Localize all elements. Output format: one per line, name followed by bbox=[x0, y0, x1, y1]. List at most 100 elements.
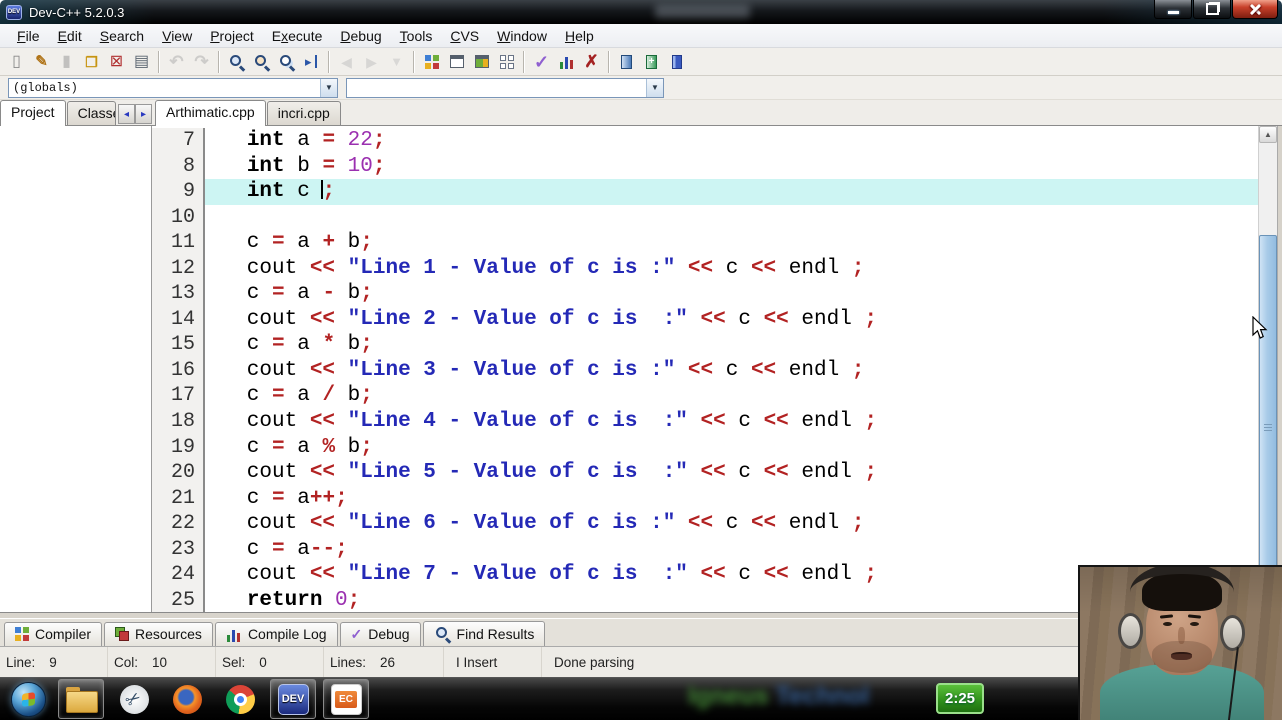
menu-debug[interactable]: Debug bbox=[331, 26, 390, 46]
snipping-tool-icon bbox=[119, 684, 149, 714]
code-line-8[interactable]: 8 int b = 10; bbox=[152, 153, 1258, 180]
rebuild-all-button[interactable] bbox=[639, 50, 664, 74]
line-number: 14 bbox=[152, 306, 205, 333]
goto-line-button[interactable] bbox=[299, 50, 324, 74]
code-line-9[interactable]: 9 int c ; bbox=[152, 179, 1258, 205]
restore-button[interactable] bbox=[1193, 0, 1231, 19]
main-area: 7 int a = 22; 8 int b = 10; 9 int c ; 10 11 … bbox=[0, 126, 1282, 612]
menu-search[interactable]: Search bbox=[91, 26, 153, 46]
save-all-button[interactable] bbox=[79, 50, 104, 74]
report-tab-compile-log[interactable]: Compile Log bbox=[214, 622, 338, 646]
report-tab-resources[interactable]: Resources bbox=[104, 622, 213, 646]
open-file-button[interactable] bbox=[29, 50, 54, 74]
close-file-button[interactable] bbox=[104, 50, 129, 74]
presentation-app[interactable]: EC bbox=[323, 679, 369, 719]
tab-classes[interactable]: Classes bbox=[66, 101, 116, 125]
project-options-button[interactable] bbox=[469, 50, 494, 74]
start-button-icon bbox=[10, 681, 46, 717]
line-number: 23 bbox=[152, 536, 205, 563]
code-line-7[interactable]: 7 int a = 22; bbox=[152, 128, 1258, 154]
menu-file[interactable]: File bbox=[8, 26, 49, 46]
vertical-scrollbar[interactable]: ▲ bbox=[1258, 126, 1277, 612]
menu-view[interactable]: View bbox=[153, 26, 201, 46]
code-line-13[interactable]: 13 c = a - b; bbox=[152, 281, 1258, 307]
window-grid-button[interactable] bbox=[494, 50, 519, 74]
save-file-button bbox=[54, 50, 79, 74]
minimize-button[interactable] bbox=[1154, 0, 1192, 19]
line-content: int b = 10; bbox=[246, 154, 386, 178]
tab-scroll-right-icon[interactable]: ▸ bbox=[135, 104, 152, 124]
save-file-icon bbox=[62, 54, 71, 70]
code-line-11[interactable]: 11 c = a + b; bbox=[152, 230, 1258, 256]
menu-cvs[interactable]: CVS bbox=[441, 26, 488, 46]
code-line-22[interactable]: 22 cout << "Line 6 - Value of c is :" <<… bbox=[152, 511, 1258, 537]
print-button[interactable] bbox=[129, 50, 154, 74]
dev-cpp[interactable]: DEV bbox=[270, 679, 316, 719]
chevron-down-icon[interactable]: ▼ bbox=[646, 78, 663, 97]
code-line-10[interactable]: 10 bbox=[152, 204, 1258, 231]
code-line-21[interactable]: 21 c = a++; bbox=[152, 485, 1258, 512]
firefox[interactable] bbox=[164, 679, 210, 719]
debug-window-button[interactable] bbox=[664, 50, 689, 74]
forward-button bbox=[359, 50, 384, 74]
bookmark-icon bbox=[390, 55, 403, 68]
code-line-15[interactable]: 15 c = a * b; bbox=[152, 332, 1258, 358]
recording-timer: 2:25 bbox=[936, 683, 984, 714]
find-button[interactable] bbox=[224, 50, 249, 74]
code-line-18[interactable]: 18 cout << "Line 4 - Value of c is :" <<… bbox=[152, 409, 1258, 435]
code-line-19[interactable]: 19 c = a % b; bbox=[152, 434, 1258, 461]
snipping-tool[interactable] bbox=[111, 679, 157, 719]
line-content: int c ; bbox=[205, 179, 1258, 205]
code-line-20[interactable]: 20 cout << "Line 5 - Value of c is :" <<… bbox=[152, 460, 1258, 486]
menu-help[interactable]: Help bbox=[556, 26, 603, 46]
menu-window[interactable]: Window bbox=[488, 26, 556, 46]
new-project-button[interactable] bbox=[419, 50, 444, 74]
report-tab-label: Debug bbox=[368, 626, 410, 642]
report-tab-compiler[interactable]: Compiler bbox=[4, 622, 103, 646]
menu-project[interactable]: Project bbox=[201, 26, 263, 46]
compile-button[interactable] bbox=[529, 50, 554, 74]
code-line-16[interactable]: 16 cout << "Line 3 - Value of c is :" <<… bbox=[152, 357, 1258, 384]
find-in-files-button[interactable] bbox=[274, 50, 299, 74]
navigator-row: (globals) ▼ ▼ bbox=[0, 76, 1282, 100]
abort-compile-button[interactable] bbox=[579, 50, 604, 74]
toolbar bbox=[0, 48, 1282, 76]
globals-combobox[interactable]: (globals) ▼ bbox=[8, 77, 338, 98]
video-watermark: Igneus Technol bbox=[688, 682, 870, 710]
editor-tab-arthimatic-cpp[interactable]: Arthimatic.cpp bbox=[155, 100, 266, 126]
windows-flag-icon bbox=[21, 691, 35, 707]
line-content: c = a - b; bbox=[209, 282, 373, 306]
chevron-down-icon[interactable]: ▼ bbox=[320, 78, 337, 97]
new-window-button[interactable] bbox=[444, 50, 469, 74]
replace-button[interactable] bbox=[249, 50, 274, 74]
editor-tab-incri-cpp[interactable]: incri.cpp bbox=[266, 101, 341, 125]
code-line-23[interactable]: 23 c = a--; bbox=[152, 536, 1258, 563]
menu-bar: File Edit Search View Project Execute Debug Too… bbox=[0, 24, 1282, 48]
scrollbar-thumb[interactable] bbox=[1259, 235, 1277, 612]
close-button[interactable] bbox=[1232, 0, 1278, 19]
file-explorer[interactable] bbox=[58, 679, 104, 719]
line-content: c = a * b; bbox=[209, 333, 373, 357]
new-file-button[interactable] bbox=[4, 50, 29, 74]
code-line-17[interactable]: 17 c = a / b; bbox=[152, 383, 1258, 410]
toolbar-separator bbox=[218, 50, 220, 73]
line-number: 7 bbox=[152, 128, 205, 154]
line-content: cout << "Line 5 - Value of c is :" << c … bbox=[209, 461, 878, 485]
tab-project[interactable]: Project bbox=[0, 100, 66, 126]
chrome[interactable] bbox=[217, 679, 263, 719]
members-combobox[interactable]: ▼ bbox=[346, 77, 664, 98]
code-editor[interactable]: 7 int a = 22; 8 int b = 10; 9 int c ; 10 11 … bbox=[152, 126, 1258, 612]
report-tab-debug[interactable]: Debug bbox=[339, 622, 421, 646]
scroll-up-icon[interactable]: ▲ bbox=[1259, 126, 1277, 143]
code-line-12[interactable]: 12 cout << "Line 1 - Value of c is :" <<… bbox=[152, 255, 1258, 282]
start-button[interactable] bbox=[5, 679, 51, 719]
code-line-14[interactable]: 14 cout << "Line 2 - Value of c is :" <<… bbox=[152, 306, 1258, 333]
redo-icon bbox=[194, 53, 208, 70]
tab-scroll-left-icon[interactable]: ◂ bbox=[118, 104, 135, 124]
compile-and-run-button[interactable] bbox=[614, 50, 639, 74]
report-tab-find-results[interactable]: Find Results bbox=[422, 621, 546, 646]
menu-tools[interactable]: Tools bbox=[391, 26, 442, 46]
menu-edit[interactable]: Edit bbox=[49, 26, 91, 46]
menu-execute[interactable]: Execute bbox=[263, 26, 332, 46]
run-button[interactable] bbox=[554, 50, 579, 74]
